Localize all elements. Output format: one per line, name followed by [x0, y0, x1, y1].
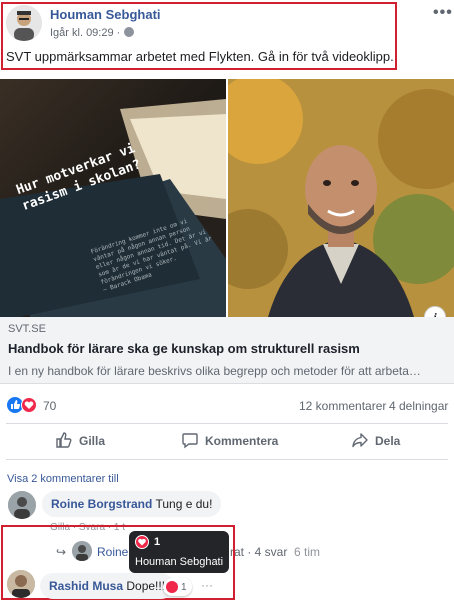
comment-text: Tung e du!	[155, 497, 213, 511]
divider	[6, 459, 448, 460]
commenter-avatar[interactable]	[8, 491, 36, 519]
link-domain: SVT.SE	[8, 323, 46, 335]
comment-text: Dope!!!	[126, 579, 166, 593]
commenter-avatar[interactable]	[7, 570, 35, 598]
comment-button[interactable]: Kommentera	[181, 430, 278, 452]
heart-icon	[135, 535, 149, 549]
comment-author[interactable]: Roine Borgstrand	[51, 497, 152, 511]
share-button[interactable]: Dela	[351, 430, 400, 452]
portrait-photo[interactable]	[228, 79, 454, 317]
love-reaction-icon[interactable]	[21, 397, 37, 413]
share-label: Dela	[375, 434, 401, 448]
like-label: Gilla	[79, 434, 106, 448]
link-title[interactable]: Handbok för lärare ska ge kunskap om str…	[8, 341, 360, 356]
view-more-comments-link[interactable]: Visa 2 kommentarer till	[7, 473, 119, 485]
reply-time: 6 tim	[294, 545, 321, 559]
tooltip-name: Houman Sebghati	[135, 556, 224, 568]
tooltip-count: 1	[154, 536, 161, 548]
speech-bubble-icon	[181, 431, 199, 452]
comment-bubble: Roine Borgstrand Tung e du!	[42, 491, 222, 517]
comment-author[interactable]: Rashid Musa	[49, 579, 123, 593]
heart-icon	[166, 581, 178, 593]
thumbs-up-icon	[55, 431, 73, 452]
book-photo[interactable]: Hur motverkar vi rasism i skolan? Föränd…	[0, 79, 226, 317]
divider	[6, 423, 448, 424]
share-count[interactable]: 4 delningar	[389, 399, 448, 413]
like-button[interactable]: Gilla	[55, 430, 105, 452]
comment-bubble: Rashid Musa Dope!!!	[40, 573, 175, 599]
comment-reaction-badge[interactable]: 1	[163, 578, 192, 596]
comment-options-button[interactable]: ···	[201, 578, 213, 592]
post-options-button[interactable]: •••	[433, 4, 453, 22]
comment-count[interactable]: 12 kommentarer	[299, 399, 386, 413]
comment-label: Kommentera	[205, 434, 279, 448]
link-description: I en ny handbok för lärare beskrivs olik…	[8, 364, 421, 378]
reaction-count[interactable]: 70	[43, 399, 56, 413]
share-arrow-icon	[351, 431, 369, 452]
highlight-box-post-header	[1, 2, 397, 70]
reply-summary[interactable]: rat · 4 svar	[230, 545, 287, 559]
comment-reaction-count: 1	[181, 581, 187, 593]
